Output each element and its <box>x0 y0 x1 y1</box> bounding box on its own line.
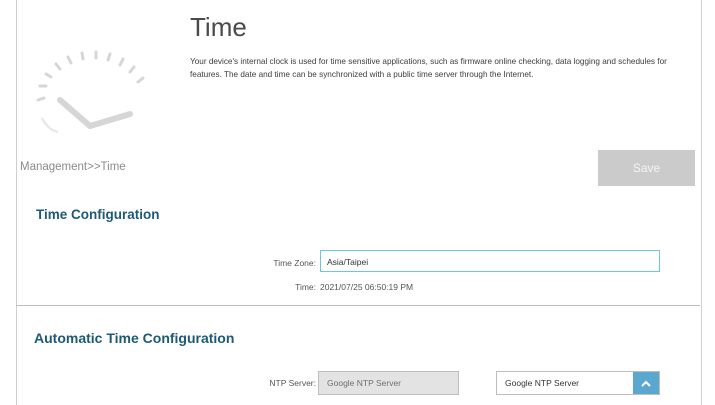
chevron-up-icon[interactable] <box>633 372 659 394</box>
page-title: Time <box>190 12 247 42</box>
page-description: Your device's internal clock is used for… <box>190 57 667 79</box>
ntp-server-input[interactable]: Google NTP Server <box>318 371 459 395</box>
breadcrumb: Management>>Time <box>20 161 126 173</box>
ntp-server-select-value: Google NTP Server <box>505 378 580 388</box>
section-divider <box>16 305 700 306</box>
ntp-server-select[interactable]: Google NTP Server <box>496 371 660 395</box>
time-value: 2021/07/25 06:50:19 PM <box>320 282 414 292</box>
section-title-automatic-time-configuration: Automatic Time Configuration <box>34 330 235 346</box>
ntp-server-label: NTP Server: <box>269 378 316 388</box>
clock-icon <box>36 50 145 133</box>
timezone-input[interactable]: Asia/Taipei <box>320 250 660 272</box>
time-label: Time: <box>295 282 316 292</box>
timezone-label: Time Zone: <box>273 258 316 268</box>
section-title-time-configuration: Time Configuration <box>36 207 160 222</box>
save-button[interactable]: Save <box>598 150 695 186</box>
